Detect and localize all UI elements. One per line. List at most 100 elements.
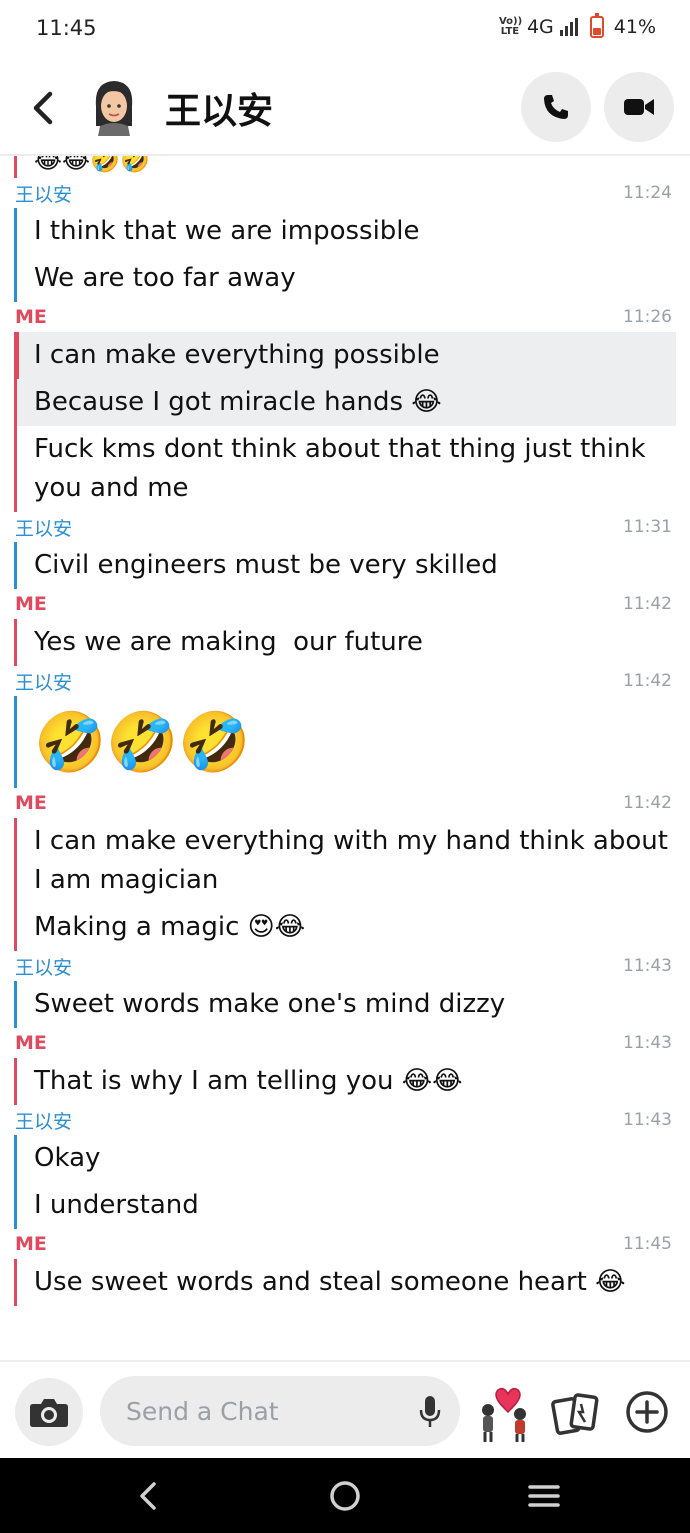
- nav-recent-apps-button[interactable]: [524, 1478, 564, 1514]
- sender-name: 王以安: [15, 956, 73, 979]
- chat-input-wrapper[interactable]: [100, 1376, 460, 1446]
- battery-icon: [589, 13, 604, 38]
- nav-back-icon: [140, 1482, 156, 1510]
- sender-row: 王以安 11:24: [0, 178, 690, 208]
- signal-icon: [559, 18, 578, 36]
- sender-name: ME: [15, 792, 47, 814]
- message-time: 11:45: [623, 1234, 672, 1254]
- status-indicators: Vo)) LTE 4G 41%: [498, 13, 656, 38]
- message-list[interactable]: 😂😂🤣🤣 王以安 11:24 I think that we are impos…: [0, 156, 690, 1358]
- sender-name: ME: [15, 593, 47, 615]
- cards-button[interactable]: [551, 1390, 601, 1438]
- message-group: Sweet words make one's mind dizzy: [14, 981, 690, 1028]
- message-text[interactable]: Because I got miracle hands 😂: [17, 379, 676, 426]
- bitmoji-button[interactable]: [474, 1382, 534, 1444]
- message-group: 🤣🤣🤣: [14, 696, 690, 788]
- message-time: 11:31: [623, 517, 672, 537]
- call-button[interactable]: [521, 72, 591, 142]
- message-block: ME 11:42 Yes we are making our future: [0, 589, 690, 666]
- message-text[interactable]: Civil engineers must be very skilled: [17, 542, 690, 589]
- message-text[interactable]: Making a magic 😍😂: [17, 904, 690, 951]
- message-text[interactable]: Okay: [17, 1135, 690, 1182]
- message-time: 11:24: [623, 183, 672, 203]
- message-block: 王以安 11:42 🤣🤣🤣: [0, 666, 690, 788]
- message-group: That is why I am telling you 😂😂: [14, 1058, 690, 1105]
- back-button[interactable]: [28, 88, 58, 128]
- message-time: 11:26: [623, 307, 672, 327]
- message-text[interactable]: Use sweet words and steal someone heart …: [17, 1259, 690, 1306]
- message-text[interactable]: I can make everything with my hand think…: [17, 818, 690, 904]
- message-text[interactable]: I think that we are impossible: [17, 208, 690, 255]
- message-text[interactable]: Yes we are making our future: [17, 619, 690, 666]
- microphone-icon: [419, 1396, 441, 1427]
- video-camera-icon: [624, 99, 654, 115]
- sender-name: ME: [15, 1032, 47, 1054]
- message-block: 王以安 11:43 Sweet words make one's mind di…: [0, 951, 690, 1028]
- message-block: ME 11:42 I can make everything with my h…: [0, 788, 690, 951]
- plus-button[interactable]: [625, 1390, 669, 1434]
- battery-fill: [592, 27, 601, 35]
- message-block: ME 11:26 I can make everything possible …: [0, 302, 690, 512]
- message-block: 王以安 11:31 Civil engineers must be very s…: [0, 512, 690, 589]
- message-group: Okay I understand: [14, 1135, 690, 1229]
- nav-recent-icon: [528, 1485, 560, 1507]
- message-text[interactable]: Fuck kms dont think about that thing jus…: [17, 426, 690, 512]
- mic-button[interactable]: [418, 1395, 442, 1429]
- message-group: I can make everything with my hand think…: [14, 818, 690, 951]
- message-time: 11:42: [623, 793, 672, 813]
- message-text[interactable]: I understand: [17, 1182, 690, 1229]
- message-group: I can make everything possible Because I…: [14, 332, 690, 512]
- bitmoji-avatar-icon: [95, 81, 133, 136]
- message-time: 11:43: [623, 956, 672, 976]
- status-bar: 11:45 Vo)) LTE 4G 41%: [0, 0, 690, 60]
- message-block: 王以安 11:24 I think that we are impossible…: [0, 178, 690, 302]
- sender-name: 王以安: [15, 517, 73, 540]
- message-time: 11:43: [623, 1033, 672, 1053]
- message-text[interactable]: That is why I am telling you 😂😂: [17, 1058, 690, 1105]
- chevron-left-icon: [33, 91, 53, 125]
- network-type: 4G: [526, 16, 554, 38]
- sender-row: ME 11:43: [0, 1028, 690, 1058]
- chat-header: 王以安: [0, 60, 690, 156]
- sender-name: 王以安: [15, 1110, 73, 1133]
- avatar[interactable]: [86, 76, 142, 136]
- message-block: 王以安 11:43 Okay I understand: [0, 1105, 690, 1229]
- message-group: Use sweet words and steal someone heart …: [14, 1259, 690, 1306]
- message-time: 11:42: [623, 671, 672, 691]
- sender-row: ME 11:42: [0, 589, 690, 619]
- sender-row: 王以安 11:31: [0, 512, 690, 542]
- message-time: 11:42: [623, 594, 672, 614]
- volte-icon: Vo)) LTE: [498, 16, 523, 37]
- sender-name: ME: [15, 1233, 47, 1255]
- camera-button[interactable]: [15, 1378, 83, 1446]
- sender-row: ME 11:42: [0, 788, 690, 818]
- nav-back-button[interactable]: [128, 1478, 168, 1514]
- message-text[interactable]: Sweet words make one's mind dizzy: [17, 981, 690, 1028]
- message-text[interactable]: I can make everything possible: [14, 332, 676, 379]
- sender-row: ME 11:45: [0, 1229, 690, 1259]
- chat-title[interactable]: 王以安: [165, 82, 273, 134]
- message-group: 😂😂🤣🤣: [14, 156, 690, 178]
- chat-input[interactable]: [126, 1392, 396, 1430]
- battery-percent: 41%: [613, 16, 656, 38]
- camera-icon: [30, 1399, 68, 1427]
- sender-name: 王以安: [15, 183, 73, 206]
- nav-home-button[interactable]: [325, 1478, 365, 1514]
- emoji-message[interactable]: 🤣🤣🤣: [17, 696, 690, 788]
- sender-name: 王以安: [15, 671, 73, 694]
- sender-row: 王以安 11:43: [0, 951, 690, 981]
- sender-row: ME 11:26: [0, 302, 690, 332]
- message-block: ME 11:43 That is why I am telling you 😂😂: [0, 1028, 690, 1105]
- sender-row: 王以安 11:43: [0, 1105, 690, 1135]
- video-call-button[interactable]: [604, 72, 674, 142]
- message-text[interactable]: We are too far away: [17, 255, 690, 302]
- system-nav-bar: [0, 1458, 690, 1533]
- bitmoji-sticker-icon: [482, 1387, 526, 1442]
- message-block: ME 11:45 Use sweet words and steal someo…: [0, 1229, 690, 1306]
- message-group: Yes we are making our future: [14, 619, 690, 666]
- status-time: 11:45: [36, 16, 97, 40]
- phone-icon: [544, 95, 568, 119]
- message-text[interactable]: 😂😂🤣🤣: [17, 156, 690, 178]
- chat-composer: [0, 1360, 690, 1458]
- message-group: I think that we are impossible We are to…: [14, 208, 690, 302]
